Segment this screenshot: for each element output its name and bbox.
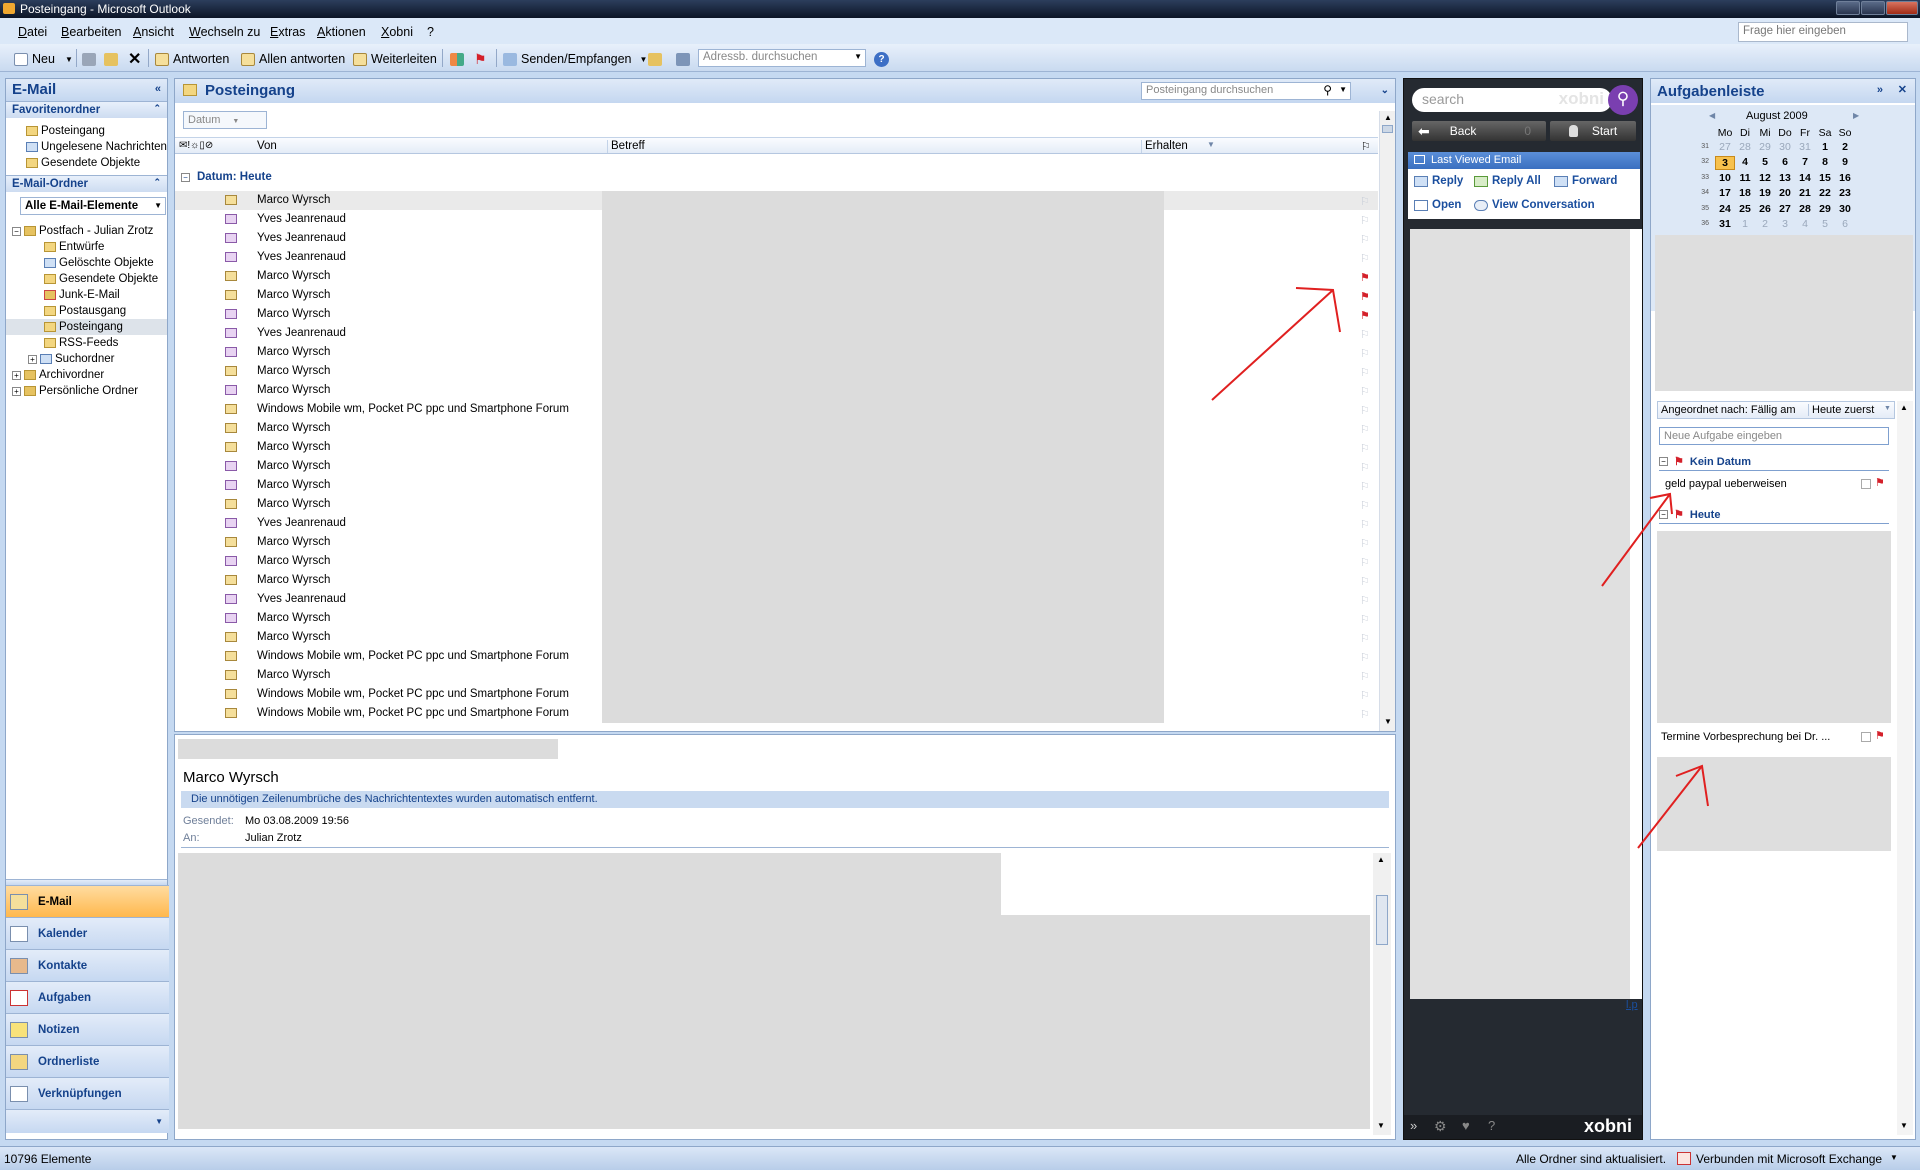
sync-status: Alle Ordner sind aktualisiert. <box>1516 1152 1667 1166</box>
status-bar: 10796 Elemente Alle Ordner sind aktualis… <box>0 1146 1920 1170</box>
annotation-arrow-flags <box>1211 287 1341 401</box>
annotation-arrow-task1 <box>1601 492 1673 587</box>
exchange-status[interactable]: Verbunden mit Microsoft Exchange <box>1696 1152 1882 1166</box>
exchange-icon <box>1677 1152 1691 1165</box>
item-count: 10796 Elemente <box>4 1152 92 1166</box>
annotation-arrows <box>1211 287 1709 849</box>
dropdown-arrow-icon[interactable]: ▼ <box>1890 1153 1898 1162</box>
annotation-arrow-task2 <box>1637 764 1709 849</box>
